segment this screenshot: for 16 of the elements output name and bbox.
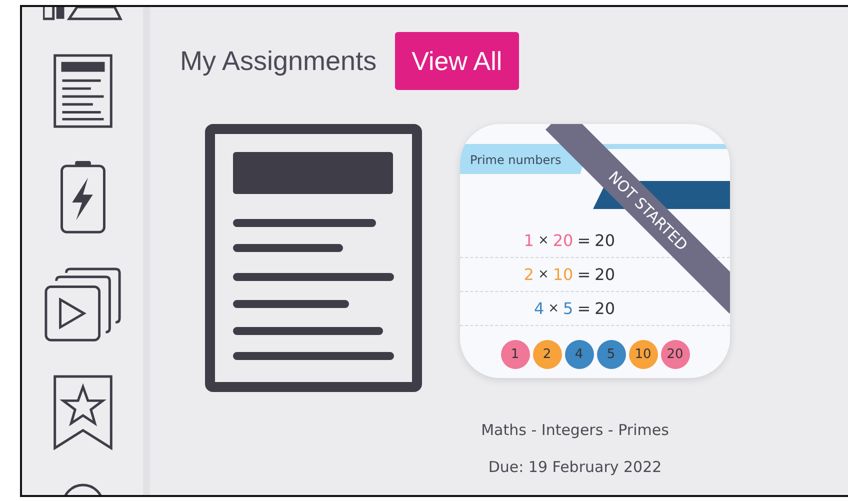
- battery-icon[interactable]: [60, 160, 106, 234]
- factor-circle: 5: [596, 340, 626, 369]
- factor-circle: 4: [564, 340, 594, 369]
- factor-circle: 20: [660, 340, 690, 369]
- video-stack-icon[interactable]: [44, 267, 122, 342]
- factor-circle: 10: [628, 340, 658, 369]
- factor-circle: 1: [500, 340, 530, 369]
- section-title: My Assignments: [180, 46, 377, 76]
- assignment-subject: Maths - Integers - Primes: [481, 421, 669, 439]
- due-date: Due: 19 February 2022: [488, 458, 662, 476]
- toolbox-icon[interactable]: [42, 7, 122, 21]
- bookmark-star-icon[interactable]: [52, 375, 112, 450]
- factor-circle: 2: [532, 340, 562, 369]
- view-all-button[interactable]: View All: [394, 32, 520, 90]
- document-icon[interactable]: [52, 54, 112, 128]
- document-icon[interactable]: [205, 124, 422, 392]
